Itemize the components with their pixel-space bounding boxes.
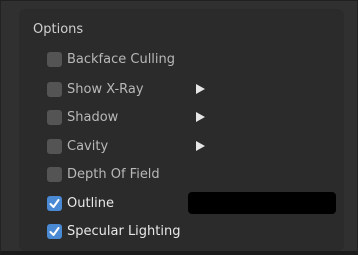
outline-color-field[interactable] — [188, 192, 336, 214]
shadow-expand-arrow-icon[interactable] — [194, 111, 206, 123]
specular-lighting-label: Specular Lighting — [67, 223, 181, 239]
outline-label: Outline — [67, 195, 115, 211]
options-panel — [0, 0, 358, 255]
checkmark-icon — [49, 198, 60, 208]
shadow-label: Shadow — [67, 109, 119, 125]
show-xray-expand-arrow-icon[interactable] — [194, 83, 206, 95]
option-depth-of-field[interactable]: Depth Of Field — [47, 165, 160, 183]
options-header[interactable]: Options — [33, 22, 83, 37]
show-xray-label: Show X-Ray — [67, 81, 144, 97]
backface-culling-label: Backface Culling — [67, 51, 176, 67]
shadow-checkbox[interactable] — [47, 109, 62, 125]
backface-culling-checkbox[interactable] — [47, 51, 62, 67]
depth-of-field-checkbox[interactable] — [47, 166, 62, 182]
cavity-label: Cavity — [67, 138, 109, 154]
cavity-checkbox[interactable] — [47, 138, 62, 154]
cavity-expand-arrow-icon[interactable] — [194, 140, 206, 152]
specular-lighting-checkbox[interactable] — [47, 223, 62, 239]
checkmark-icon — [49, 226, 60, 236]
option-cavity[interactable]: Cavity — [47, 137, 108, 155]
depth-of-field-label: Depth Of Field — [67, 166, 160, 182]
show-xray-checkbox[interactable] — [47, 81, 62, 97]
option-shadow[interactable]: Shadow — [47, 108, 118, 126]
option-backface-culling[interactable]: Backface Culling — [47, 50, 175, 68]
option-specular-lighting[interactable]: Specular Lighting — [47, 222, 181, 240]
option-outline[interactable]: Outline — [47, 194, 114, 212]
options-panel-body — [19, 9, 344, 251]
option-show-xray[interactable]: Show X-Ray — [47, 80, 144, 98]
outline-checkbox[interactable] — [47, 195, 62, 211]
